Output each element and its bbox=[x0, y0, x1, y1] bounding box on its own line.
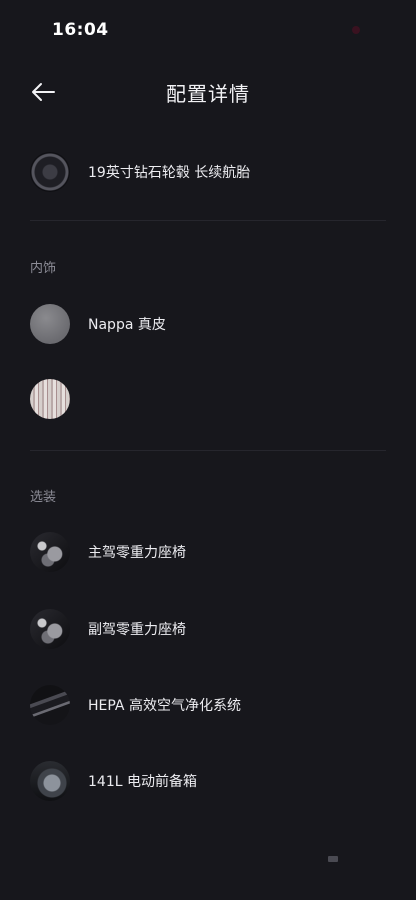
config-item-label: 19英寸钻石轮毂 长续航胎 bbox=[88, 165, 251, 181]
seat-thumbnail bbox=[30, 609, 70, 649]
status-bar: 16:04 bbox=[0, 0, 416, 60]
wheel-thumbnail bbox=[30, 152, 70, 192]
air-filter-thumbnail bbox=[30, 685, 70, 725]
option-item: HEPA 高效空气净化系统 bbox=[30, 683, 386, 727]
option-item-label: 副驾零重力座椅 bbox=[88, 622, 186, 638]
divider bbox=[30, 220, 386, 221]
config-item-nappa-leather: Nappa 真皮 bbox=[30, 302, 386, 346]
header: 配置详情 bbox=[0, 68, 416, 116]
config-item-interior-trim bbox=[30, 377, 386, 421]
option-item-label: 141L 电动前备箱 bbox=[88, 774, 197, 790]
section-title-options: 选装 bbox=[30, 490, 57, 505]
config-item-wheel: 19英寸钻石轮毂 长续航胎 bbox=[30, 150, 386, 194]
divider bbox=[30, 450, 386, 451]
option-item-label: HEPA 高效空气净化系统 bbox=[88, 698, 241, 714]
leather-swatch bbox=[30, 304, 70, 344]
status-indicator-dot bbox=[352, 26, 360, 34]
section-title-interior: 内饰 bbox=[30, 261, 57, 276]
option-item: 主驾零重力座椅 bbox=[30, 530, 386, 574]
corner-mark bbox=[328, 856, 338, 862]
trim-swatch bbox=[30, 379, 70, 419]
config-item-label: Nappa 真皮 bbox=[88, 317, 166, 333]
status-time: 16:04 bbox=[52, 20, 109, 40]
option-item-label: 主驾零重力座椅 bbox=[88, 545, 186, 561]
page-title: 配置详情 bbox=[166, 82, 250, 106]
seat-thumbnail bbox=[30, 532, 70, 572]
option-item: 副驾零重力座椅 bbox=[30, 607, 386, 651]
car-thumbnail bbox=[30, 761, 70, 801]
option-item: 141L 电动前备箱 bbox=[30, 759, 386, 803]
